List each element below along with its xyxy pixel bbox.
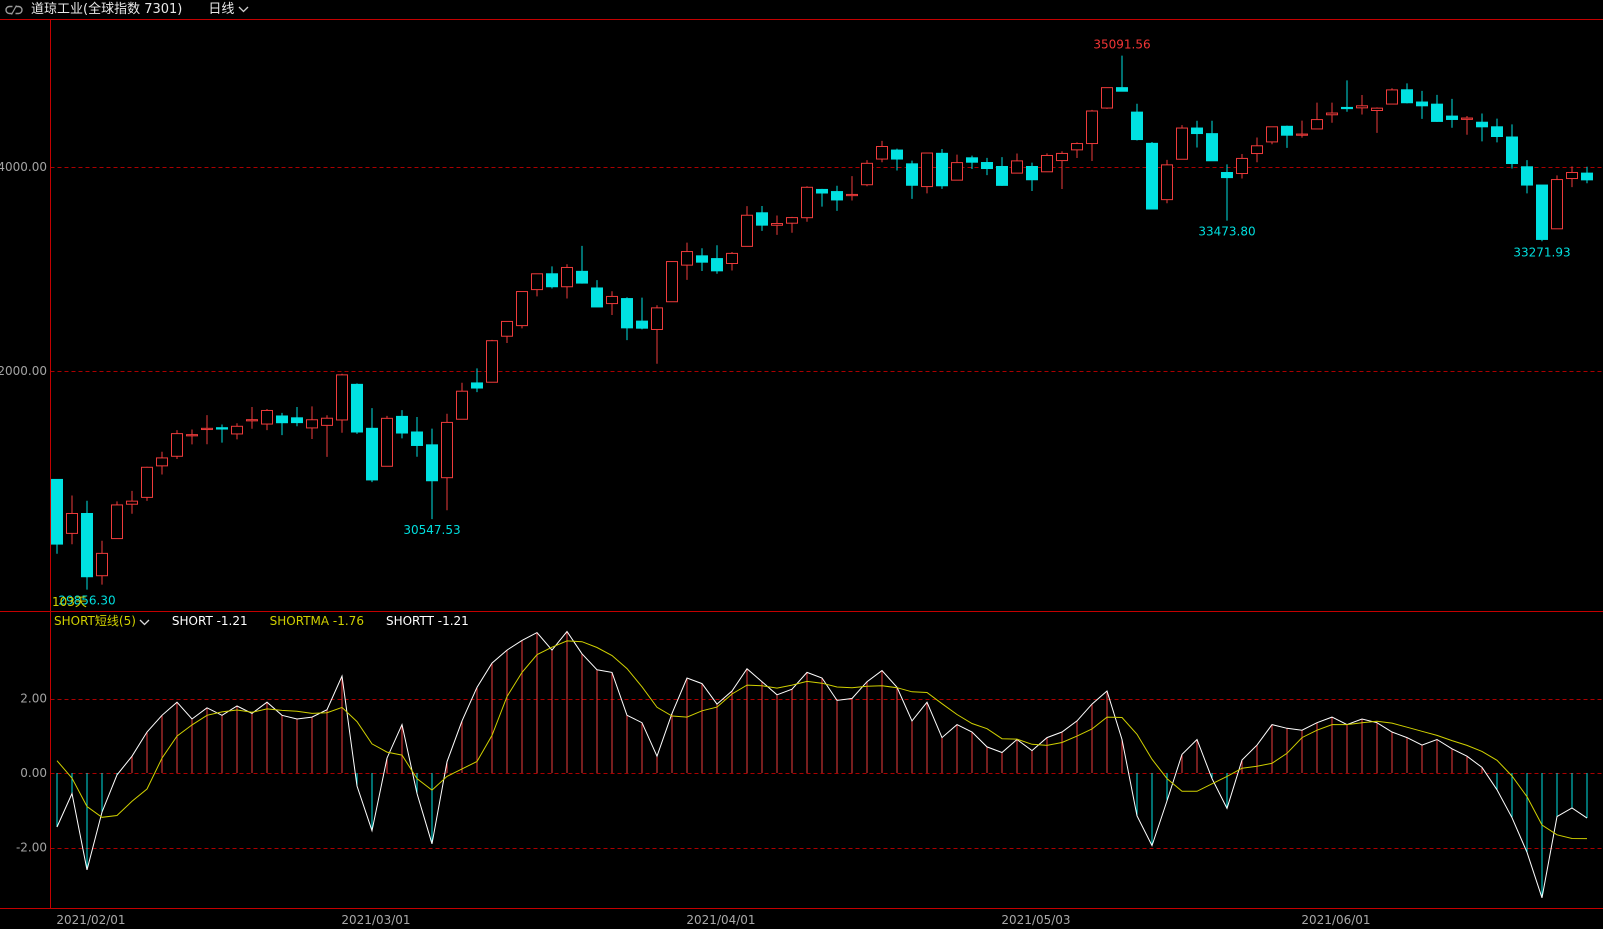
svg-text:35091.56: 35091.56 bbox=[1093, 38, 1150, 52]
svg-text:-2.00: -2.00 bbox=[16, 841, 47, 855]
svg-text:32000.00: 32000.00 bbox=[0, 364, 47, 378]
grid-lines bbox=[51, 168, 1603, 849]
svg-text:103天: 103天 bbox=[52, 595, 87, 609]
svg-text:0.00: 0.00 bbox=[20, 766, 47, 780]
svg-text:2021/05/03: 2021/05/03 bbox=[1001, 913, 1070, 927]
indicator-header: SHORT短线(5) SHORT -1.21 SHORTMA -1.76 SHO… bbox=[54, 612, 469, 630]
candles bbox=[52, 56, 1593, 590]
svg-text:2021/03/01: 2021/03/01 bbox=[341, 913, 410, 927]
indicator-value-short: SHORT -1.21 bbox=[172, 612, 248, 630]
svg-text:34000.00: 34000.00 bbox=[0, 160, 47, 174]
candlestick-chart[interactable]: 34000.0032000.002.000.00-2.0035091.56298… bbox=[0, 0, 1603, 929]
chevron-down-icon bbox=[139, 619, 150, 626]
y-axis-labels: 34000.00 32000.00 2.00 0.00 -2.00 bbox=[0, 160, 47, 855]
svg-text:2021/04/01: 2021/04/01 bbox=[686, 913, 755, 927]
indicator-value-shortma: SHORTMA -1.76 bbox=[270, 612, 364, 630]
svg-text:33473.80: 33473.80 bbox=[1198, 225, 1255, 239]
count-label: 103天 bbox=[52, 595, 87, 609]
svg-text:2.00: 2.00 bbox=[20, 692, 47, 706]
chart-borders bbox=[0, 20, 1603, 909]
price-annotations: 35091.5629856.3030547.5333473.8033271.93 bbox=[58, 38, 1570, 608]
indicator-value-shortt: SHORTT -1.21 bbox=[386, 612, 469, 630]
svg-text:33271.93: 33271.93 bbox=[1513, 245, 1570, 259]
short-histogram bbox=[57, 631, 1587, 897]
date-axis: 2021/02/01 2021/03/01 2021/04/01 2021/05/03… bbox=[56, 913, 1370, 927]
indicator-selector[interactable]: SHORT短线(5) bbox=[54, 612, 150, 630]
chart-app-window: 道琼工业(全球指数 7301) 日线 34000.0032000.002.000… bbox=[0, 0, 1603, 929]
svg-text:2021/02/01: 2021/02/01 bbox=[56, 913, 125, 927]
svg-text:2021/06/01: 2021/06/01 bbox=[1301, 913, 1370, 927]
svg-text:30547.53: 30547.53 bbox=[403, 523, 460, 537]
indicator-title: SHORT短线(5) bbox=[54, 612, 136, 630]
